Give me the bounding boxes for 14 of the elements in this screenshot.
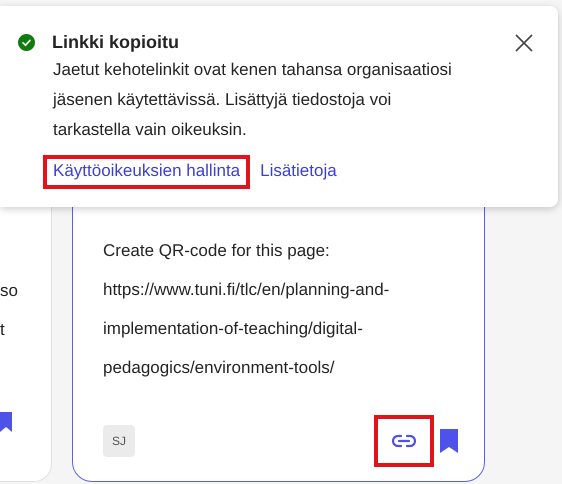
card-text: so: [0, 280, 18, 302]
author-avatar: SJ: [103, 425, 135, 457]
toast-message: Jaetut kehotelinkit ovat kenen tahansa organisaatiosi jäsenen käytettävissä. Lisättyjä tiedostoja voi tarkastella vain oikeuksin.: [53, 59, 453, 141]
bookmark-icon[interactable]: [440, 429, 458, 453]
card-text: t: [0, 319, 5, 341]
close-icon: [515, 34, 533, 52]
close-button[interactable]: [515, 34, 533, 52]
toast-link[interactable]: Lisätietoja: [250, 155, 347, 189]
link-icon: [392, 434, 416, 448]
toast-title: Linkki kopioitu: [52, 32, 180, 53]
prompt-text: Create QR-code for this page: https://www.tuni.fi/tlc/en/planning-and-implementation-of-teaching/digital-pedagogics/environment-tools/: [103, 240, 390, 379]
copy-link-button[interactable]: [374, 415, 434, 467]
bookmark-icon[interactable]: [0, 412, 12, 432]
toast-link[interactable]: Käyttöoikeuksien hallinta: [43, 155, 250, 189]
